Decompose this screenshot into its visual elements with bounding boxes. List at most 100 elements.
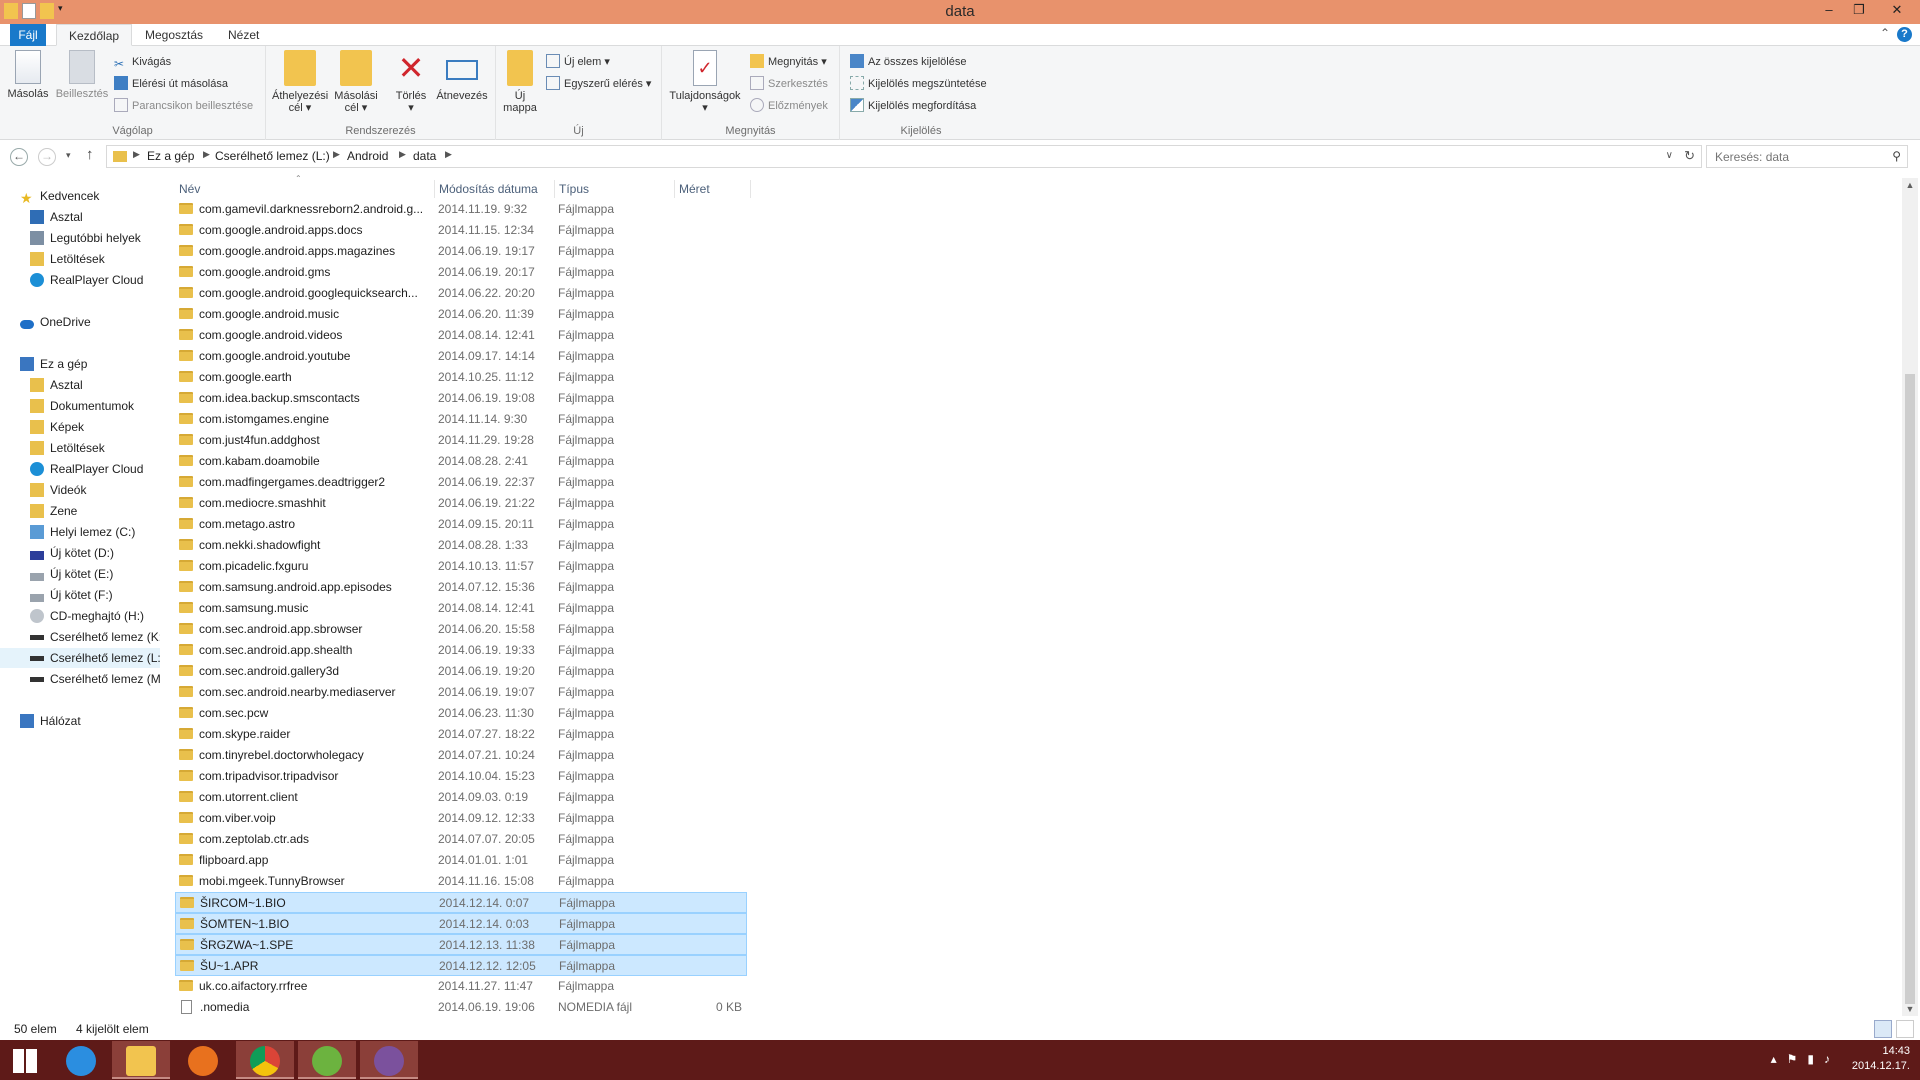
nav-fav-realplayer[interactable]: RealPlayer Cloud [0,270,160,290]
nav-pc-pictures[interactable]: Képek [0,417,160,437]
up-button[interactable]: ↑ [86,146,94,163]
file-row[interactable]: ŠIRCOM~1.BIO 2014.12.14. 0:07 Fájlmappa [175,892,747,913]
column-name[interactable]: Név [175,180,435,198]
tab-view[interactable]: Nézet [216,24,271,46]
file-row[interactable]: com.samsung.music 2014.08.14. 12:41 Fájlma… [175,598,747,619]
search-input[interactable] [1707,146,1877,167]
file-row[interactable]: ŠU~1.APR 2014.12.12. 12:05 Fájlmappa [175,955,747,976]
nav-pc-realplayer[interactable]: RealPlayer Cloud [0,459,160,479]
scroll-down-icon[interactable]: ▼ [1902,1004,1918,1014]
new-item-button[interactable]: Új elem ▾ [546,53,610,71]
file-row[interactable]: com.google.android.music 2014.06.20. 11:3… [175,304,747,325]
address-dropdown-icon[interactable]: ∨ [1666,150,1673,161]
file-row[interactable]: com.gamevil.darknessreborn2.android.g...… [175,199,747,220]
collapse-ribbon-icon[interactable]: ⌃ [1880,26,1890,40]
restore-button[interactable]: ❐ [1844,0,1874,22]
file-row[interactable]: com.sec.android.nearby.mediaserver 2014.0… [175,682,747,703]
taskbar-utorrent[interactable] [298,1041,356,1079]
column-type[interactable]: Típus [555,180,675,198]
minimize-button[interactable]: – [1814,0,1844,22]
nav-drive-m[interactable]: Cserélhető lemez (M [0,669,160,689]
file-row[interactable]: mobi.mgeek.TunnyBrowser 2014.11.16. 15:08… [175,871,747,892]
close-button[interactable]: ✕ [1874,0,1920,22]
file-row[interactable]: ŠOMTEN~1.BIO 2014.12.14. 0:03 Fájlmappa [175,913,747,934]
file-row[interactable]: com.sec.android.app.sbrowser 2014.06.20. … [175,619,747,640]
breadcrumb-data[interactable]: data [413,149,436,163]
file-row[interactable]: .nomedia 2014.06.19. 19:06 NOMEDIA fájl 0 K… [175,997,747,1018]
nav-pc-music[interactable]: Zene [0,501,160,521]
nav-pc-documents[interactable]: Dokumentumok [0,396,160,416]
scroll-up-icon[interactable]: ▲ [1902,180,1918,190]
file-row[interactable]: com.picadelic.fxguru 2014.10.13. 11:57 Fáj… [175,556,747,577]
file-row[interactable]: com.skype.raider 2014.07.27. 18:22 Fájlmap… [175,724,747,745]
tab-file[interactable]: Fájl [10,24,46,46]
nav-pc-videos[interactable]: Videók [0,480,160,500]
select-all-button[interactable]: Az összes kijelölése [850,53,966,71]
recent-locations-icon[interactable]: ▾ [66,150,71,161]
taskbar-firefox[interactable] [174,1041,232,1079]
search-icon[interactable]: ⚲ [1892,149,1901,163]
file-row[interactable]: com.just4fun.addghost 2014.11.29. 19:28 Fá… [175,430,747,451]
file-row[interactable]: com.google.earth 2014.10.25. 11:12 Fájlmap… [175,367,747,388]
file-row[interactable]: com.metago.astro 2014.09.15. 20:11 Fájlmap… [175,514,747,535]
nav-favorites[interactable]: ★ Kedvencek [0,186,160,206]
file-row[interactable]: com.google.android.apps.docs 2014.11.15. … [175,220,747,241]
column-size[interactable]: Méret [675,180,751,198]
properties-button[interactable]: ✓ Tulajdonságok ▾ [666,50,744,114]
nav-drive-h[interactable]: CD-meghajtó (H:) [0,606,160,626]
large-icons-view-button[interactable] [1896,1020,1914,1038]
vertical-scrollbar[interactable]: ▲ ▼ [1902,178,1918,1016]
file-row[interactable]: com.tripadvisor.tripadvisor 2014.10.04. 1… [175,766,747,787]
invert-selection-button[interactable]: Kijelölés megfordítása [850,97,976,115]
file-row[interactable]: ŠRGZWA~1.SPE 2014.12.13. 11:38 Fájlmappa [175,934,747,955]
flag-icon[interactable]: ⚑ [1787,1052,1808,1066]
file-row[interactable]: com.tinyrebel.doctorwholegacy 2014.07.21.… [175,745,747,766]
nav-drive-d[interactable]: Új kötet (D:) [0,543,160,563]
nav-this-pc[interactable]: Ez a gép [0,354,160,374]
nav-drive-f[interactable]: Új kötet (F:) [0,585,160,605]
file-row[interactable]: com.sec.android.gallery3d 2014.06.19. 19:… [175,661,747,682]
select-none-button[interactable]: Kijelölés megszüntetése [850,75,987,93]
copy-path-button[interactable]: Elérési út másolása [114,75,228,93]
nav-fav-recent[interactable]: Legutóbbi helyek [0,228,160,248]
file-row[interactable]: com.sec.android.app.shealth 2014.06.19. 1… [175,640,747,661]
column-date[interactable]: Módosítás dátuma [435,180,555,198]
nav-drive-c[interactable]: Helyi lemez (C:) [0,522,160,542]
delete-button[interactable]: ✕ Törlés ▾ [392,50,430,114]
nav-pc-downloads[interactable]: Letöltések [0,438,160,458]
nav-pc-desktop[interactable]: Asztal [0,375,160,395]
taskbar-chrome[interactable] [236,1041,294,1079]
file-row[interactable]: com.mediocre.smashhit 2014.06.19. 21:22 Fá… [175,493,747,514]
file-row[interactable]: com.sec.pcw 2014.06.23. 11:30 Fájlmappa [175,703,747,724]
system-tray-icons[interactable]: ▴⚑▮♪ [1771,1052,1840,1066]
paste-button[interactable]: Beillesztés [54,50,110,100]
show-hidden-icons-icon[interactable]: ▴ [1771,1052,1787,1066]
file-row[interactable]: com.google.android.gms 2014.06.19. 20:17 F… [175,262,747,283]
file-row[interactable]: com.nekki.shadowfight 2014.08.28. 1:33 Fáj… [175,535,747,556]
search-box[interactable]: ⚲ [1706,145,1908,168]
file-row[interactable]: com.istomgames.engine 2014.11.14. 9:30 Fáj… [175,409,747,430]
file-row[interactable]: com.google.android.googlequicksearch... 2… [175,283,747,304]
volume-icon[interactable]: ♪ [1824,1052,1840,1066]
breadcrumb-drive[interactable]: Cserélhető lemez (L:) [215,149,330,163]
nav-onedrive[interactable]: OneDrive [0,312,160,332]
open-button[interactable]: Megnyitás ▾ [750,53,827,71]
nav-network[interactable]: Hálózat [0,711,160,731]
details-view-button[interactable] [1874,1020,1892,1038]
nav-drive-e[interactable]: Új kötet (E:) [0,564,160,584]
taskbar-file-explorer[interactable] [112,1041,170,1079]
clock[interactable]: 14:43 2014.12.17. [1852,1044,1910,1074]
file-row[interactable]: com.viber.voip 2014.09.12. 12:33 Fájlmappa [175,808,747,829]
file-row[interactable]: com.google.android.apps.magazines 2014.06… [175,241,747,262]
address-box[interactable]: ▶ Ez a gép ▶ Cserélhető lemez (L:) ▶ And… [106,145,1702,168]
rename-button[interactable]: Átnevezés [434,50,490,102]
file-row[interactable]: com.madfingergames.deadtrigger2 2014.06.1… [175,472,747,493]
file-row[interactable]: uk.co.aifactory.rrfree 2014.11.27. 11:47 F… [175,976,747,997]
nav-fav-desktop[interactable]: Asztal [0,207,160,227]
help-icon[interactable]: ? [1897,27,1912,42]
paste-shortcut-button[interactable]: Parancsikon beillesztése [114,97,253,115]
copy-to-button[interactable]: Másolási cél ▾ [330,50,382,114]
file-row[interactable]: flipboard.app 2014.01.01. 1:01 Fájlmappa [175,850,747,871]
nav-drive-k[interactable]: Cserélhető lemez (K: [0,627,160,647]
file-row[interactable]: com.idea.backup.smscontacts 2014.06.19. 1… [175,388,747,409]
